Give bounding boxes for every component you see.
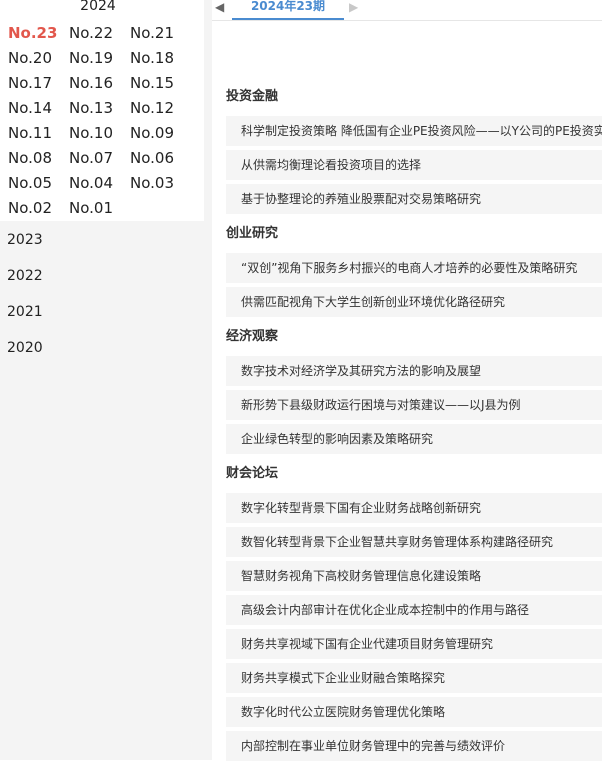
- issue-link[interactable]: No.19: [65, 46, 126, 71]
- article-link[interactable]: 科学制定投资策略 降低国有企业PE投资风险——以Y公司的PE投资实: [226, 116, 602, 146]
- article-link[interactable]: 从供需均衡理论看投资项目的选择: [226, 150, 602, 180]
- article-link[interactable]: 企业绿色转型的影响因素及策略研究: [226, 424, 602, 454]
- issue-link[interactable]: No.06: [126, 146, 187, 171]
- issue-link[interactable]: No.16: [65, 71, 126, 96]
- issue-link[interactable]: No.11: [4, 121, 65, 146]
- issue-link[interactable]: No.01: [65, 196, 126, 221]
- article-link[interactable]: 内部控制在事业单位财务管理中的完善与绩效评价: [226, 731, 602, 761]
- issue-link[interactable]: No.07: [65, 146, 126, 171]
- article-link[interactable]: 财务共享模式下企业业财融合策略探究: [226, 663, 602, 693]
- issue-link[interactable]: No.10: [65, 121, 126, 146]
- issue-tab-bar: ◀ 2024年23期 ▶: [212, 0, 602, 21]
- year-link[interactable]: 2023: [7, 230, 43, 250]
- article-link[interactable]: 数字技术对经济学及其研究方法的影响及展望: [226, 356, 602, 386]
- next-arrow-icon[interactable]: ▶: [349, 0, 358, 14]
- issue-link[interactable]: No.14: [4, 96, 65, 121]
- article-section: 经济观察数字技术对经济学及其研究方法的影响及展望 新形势下县级财政运行困境与对策建…: [226, 327, 602, 454]
- issue-link[interactable]: No.09: [126, 121, 187, 146]
- year-link[interactable]: 2020: [7, 338, 43, 358]
- article-section: 财会论坛数字化转型背景下国有企业财务战略创新研究 数智化转型背景下企业智慧共享财务…: [226, 464, 602, 761]
- article-link[interactable]: 财务共享视域下国有企业代建项目财务管理研究: [226, 629, 602, 659]
- section-title: 财会论坛: [226, 466, 279, 481]
- issue-link[interactable]: No.03: [126, 171, 187, 196]
- issue-link[interactable]: No.12: [126, 96, 187, 121]
- issue-link[interactable]: No.04: [65, 171, 126, 196]
- current-year-label[interactable]: 2024: [0, 0, 196, 16]
- issue-link[interactable]: No.05: [4, 171, 65, 196]
- year-link[interactable]: 2021: [7, 302, 43, 322]
- section-title: 经济观察: [226, 329, 279, 344]
- issue-link[interactable]: No.17: [4, 71, 65, 96]
- issue-link[interactable]: No.13: [65, 96, 126, 121]
- article-link[interactable]: 基于协整理论的养殖业股票配对交易策略研究: [226, 184, 602, 214]
- article-link[interactable]: 供需匹配视角下大学生创新创业环境优化路径研究: [226, 287, 602, 317]
- issue-link[interactable]: No.18: [126, 46, 187, 71]
- current-year-panel: 2024 No.23 No.22 No.21 No.20 No.19 No.18 No.17…: [0, 0, 204, 221]
- tab-current-issue[interactable]: 2024年23期: [232, 0, 344, 20]
- article-link[interactable]: 数字化时代公立医院财务管理优化策略: [226, 697, 602, 727]
- article-link[interactable]: 新形势下县级财政运行困境与对策建议——以J县为例: [226, 390, 602, 420]
- issue-link[interactable]: No.22: [65, 21, 126, 46]
- section-title: 投资金融: [226, 89, 279, 104]
- article-list: 投资金融科学制定投资策略 降低国有企业PE投资风险——以Y公司的PE投资实 从供需…: [226, 87, 602, 771]
- article-link[interactable]: 数智化转型背景下企业智慧共享财务管理体系构建路径研究: [226, 527, 602, 557]
- article-section: 创业研究 “双创”视角下服务乡村振兴的电商人才培养的必要性及策略研究 供需匹配视角下…: [226, 224, 602, 317]
- issue-link[interactable]: No.20: [4, 46, 65, 71]
- prev-arrow-icon[interactable]: ◀: [215, 0, 224, 14]
- article-section: 投资金融科学制定投资策略 降低国有企业PE投资风险——以Y公司的PE投资实 从供需…: [226, 87, 602, 214]
- article-link[interactable]: 数字化转型背景下国有企业财务战略创新研究: [226, 493, 602, 523]
- article-link[interactable]: 智慧财务视角下高校财务管理信息化建设策略: [226, 561, 602, 591]
- issue-link[interactable]: No.08: [4, 146, 65, 171]
- issue-grid: No.23 No.22 No.21 No.20 No.19 No.18 No.17 No.16…: [4, 21, 204, 221]
- issue-link[interactable]: No.23: [4, 21, 65, 46]
- article-link[interactable]: “双创”视角下服务乡村振兴的电商人才培养的必要性及策略研究: [226, 253, 602, 283]
- year-issue-sidebar: 2024 No.23 No.22 No.21 No.20 No.19 No.18 No.17…: [0, 0, 212, 760]
- year-link[interactable]: 2022: [7, 266, 43, 286]
- section-title: 创业研究: [226, 226, 279, 241]
- issue-content-panel: ◀ 2024年23期 ▶ 投资金融科学制定投资策略 降低国有企业PE投资风险——…: [212, 0, 602, 761]
- issue-link[interactable]: No.02: [4, 196, 65, 221]
- issue-link[interactable]: No.21: [126, 21, 187, 46]
- article-link[interactable]: 高级会计内部审计在优化企业成本控制中的作用与路径: [226, 595, 602, 625]
- issue-link[interactable]: No.15: [126, 71, 187, 96]
